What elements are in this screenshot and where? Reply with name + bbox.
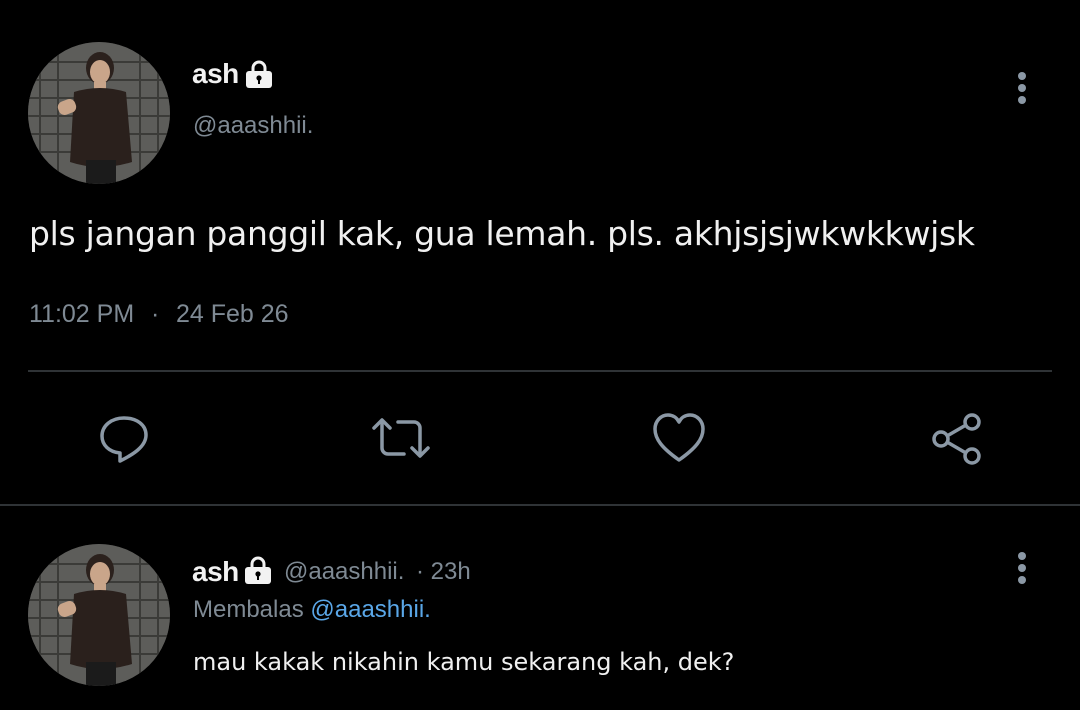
heart-icon[interactable]: [652, 412, 706, 464]
reply-text: mau kakak nikahin kamu sekarang kah, dek…: [193, 648, 735, 676]
reply-author-name[interactable]: ash: [192, 556, 239, 588]
reply-age: · 23h: [416, 558, 471, 585]
author-avatar[interactable]: [28, 42, 170, 184]
meta-separator: ·: [151, 300, 160, 328]
reply-author-avatar[interactable]: [28, 544, 170, 686]
replying-label: Membalas: [193, 596, 304, 623]
divider: [28, 370, 1052, 372]
retweet-icon[interactable]: [370, 416, 432, 460]
lock-icon: [243, 556, 273, 584]
share-icon[interactable]: [930, 412, 984, 466]
replying-to-mention[interactable]: @aaashhii.: [310, 596, 430, 623]
tweet-date[interactable]: 24 Feb 26: [176, 300, 289, 329]
author-handle[interactable]: @aaashhii.: [193, 112, 313, 140]
tweet-time: 11:02 PM: [29, 300, 135, 328]
replying-to-line: Membalas @aaashhii.: [193, 596, 431, 624]
lock-icon: [244, 60, 274, 88]
reply-author-handle[interactable]: @aaashhii.: [284, 558, 404, 586]
more-vertical-icon[interactable]: [1014, 70, 1030, 110]
author-name[interactable]: ash: [192, 58, 239, 90]
reply-icon[interactable]: [98, 414, 150, 464]
section-divider: [0, 504, 1080, 506]
reply-more-vertical-icon[interactable]: [1014, 550, 1030, 590]
tweet-text: pls jangan panggil kak, gua lemah. pls. …: [29, 214, 975, 253]
